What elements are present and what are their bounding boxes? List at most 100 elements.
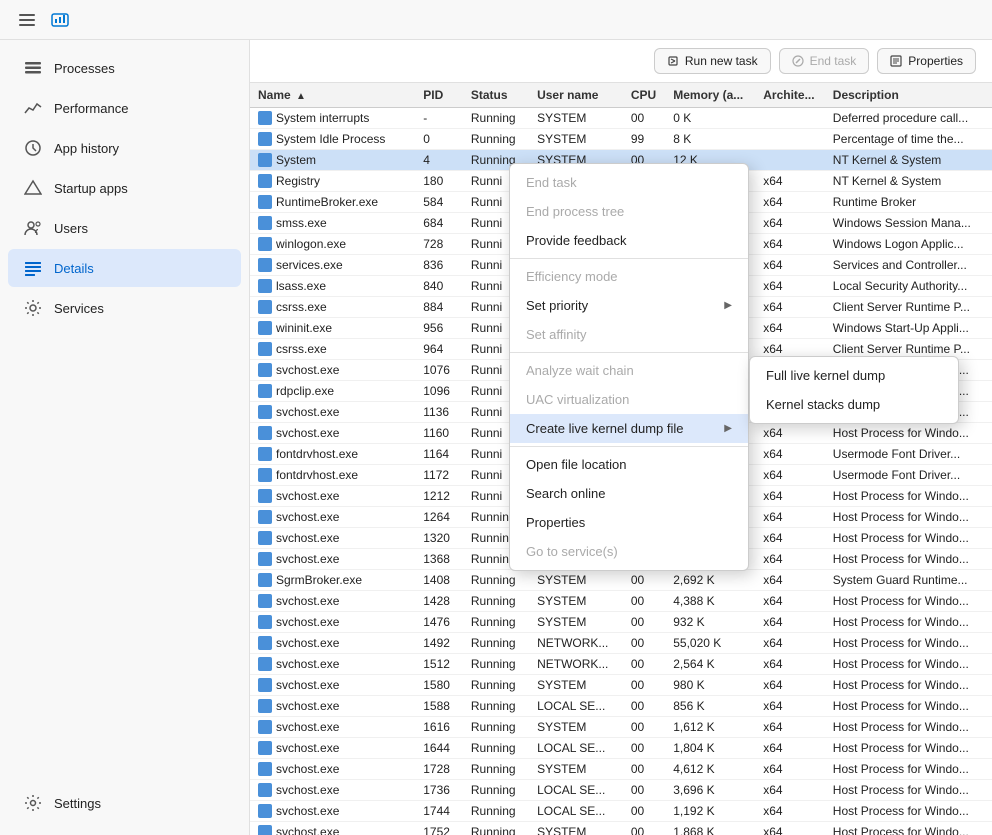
sidebar-item-startupapps[interactable]: Startup apps xyxy=(8,169,241,207)
properties-label: Properties xyxy=(908,54,963,68)
cell-pid: 4 xyxy=(415,150,463,171)
cell-pid: 1172 xyxy=(415,465,463,486)
cell-arch: x64 xyxy=(755,612,825,633)
col-header-name[interactable]: Name ▲ xyxy=(250,83,415,108)
cell-memory: 1,612 K xyxy=(665,717,755,738)
cell-arch xyxy=(755,108,825,129)
maximize-button[interactable] xyxy=(896,5,936,35)
ctx-open-location[interactable]: Open file location xyxy=(510,450,748,479)
cell-user: LOCAL SE... xyxy=(529,801,623,822)
ctx-provide-feedback[interactable]: Provide feedback xyxy=(510,226,748,255)
ctx-end-process-tree[interactable]: End process tree xyxy=(510,197,748,226)
table-row[interactable]: svchost.exe1752RunningSYSTEM001,868 Kx64… xyxy=(250,822,992,835)
table-row[interactable]: svchost.exe1744RunningLOCAL SE...001,192… xyxy=(250,801,992,822)
cell-arch: x64 xyxy=(755,759,825,780)
process-icon xyxy=(258,447,272,461)
col-header-user[interactable]: User name xyxy=(529,83,623,108)
cell-pid: 1728 xyxy=(415,759,463,780)
submenu-full-dump[interactable]: Full live kernel dump xyxy=(750,361,958,390)
cell-arch: x64 xyxy=(755,780,825,801)
table-row[interactable]: System interrupts-RunningSYSTEM000 KDefe… xyxy=(250,108,992,129)
sidebar-item-services[interactable]: Services xyxy=(8,289,241,327)
cell-user: LOCAL SE... xyxy=(529,738,623,759)
table-row[interactable]: svchost.exe1476RunningSYSTEM00932 Kx64Ho… xyxy=(250,612,992,633)
cell-arch: x64 xyxy=(755,213,825,234)
col-header-memory[interactable]: Memory (a... xyxy=(665,83,755,108)
table-row[interactable]: svchost.exe1644RunningLOCAL SE...001,804… xyxy=(250,738,992,759)
table-row[interactable]: svchost.exe1588RunningLOCAL SE...00856 K… xyxy=(250,696,992,717)
sidebar: Processes Performance App history Startu… xyxy=(0,40,250,835)
cell-desc: Runtime Broker xyxy=(825,192,992,213)
table-row[interactable]: svchost.exe1728RunningSYSTEM004,612 Kx64… xyxy=(250,759,992,780)
ctx-end-task[interactable]: End task xyxy=(510,168,748,197)
cell-pid: 1476 xyxy=(415,612,463,633)
ctx-properties[interactable]: Properties xyxy=(510,508,748,537)
cell-user: SYSTEM xyxy=(529,108,623,129)
submenu-kernel-stacks[interactable]: Kernel stacks dump xyxy=(750,390,958,419)
cell-desc: Host Process for Windo... xyxy=(825,780,992,801)
cell-memory: 1,868 K xyxy=(665,822,755,835)
ctx-create-dump[interactable]: Create live kernel dump file ▶ xyxy=(510,414,748,443)
ctx-search-online[interactable]: Search online xyxy=(510,479,748,508)
ctx-analyze-wait-chain[interactable]: Analyze wait chain xyxy=(510,356,748,385)
cell-status: Running xyxy=(463,633,529,654)
table-row[interactable]: svchost.exe1512RunningNETWORK...002,564 … xyxy=(250,654,992,675)
cell-arch: x64 xyxy=(755,801,825,822)
table-row[interactable]: svchost.exe1492RunningNETWORK...0055,020… xyxy=(250,633,992,654)
col-header-arch[interactable]: Archite... xyxy=(755,83,825,108)
hamburger-button[interactable] xyxy=(12,5,42,35)
cell-pid: 1076 xyxy=(415,360,463,381)
process-icon xyxy=(258,300,272,314)
end-task-button[interactable]: End task xyxy=(779,48,870,74)
sidebar-item-details[interactable]: Details xyxy=(8,249,241,287)
col-header-pid[interactable]: PID xyxy=(415,83,463,108)
sidebar-item-performance[interactable]: Performance xyxy=(8,89,241,127)
sidebar-item-users[interactable]: Users xyxy=(8,209,241,247)
cell-desc: Usermode Font Driver... xyxy=(825,465,992,486)
process-icon xyxy=(258,405,272,419)
sidebar-label-services: Services xyxy=(54,301,104,316)
cell-memory: 3,696 K xyxy=(665,780,755,801)
minimize-button[interactable] xyxy=(852,5,892,35)
ctx-uac-virtualization[interactable]: UAC virtualization xyxy=(510,385,748,414)
col-header-desc[interactable]: Description xyxy=(825,83,992,108)
cell-arch: x64 xyxy=(755,675,825,696)
properties-button[interactable]: Properties xyxy=(877,48,976,74)
cell-desc: NT Kernel & System xyxy=(825,150,992,171)
ctx-set-priority[interactable]: Set priority ▶ xyxy=(510,291,748,320)
cell-user: SYSTEM xyxy=(529,129,623,150)
process-icon xyxy=(258,468,272,482)
col-header-status[interactable]: Status xyxy=(463,83,529,108)
cell-arch: x64 xyxy=(755,234,825,255)
details-icon xyxy=(24,259,42,277)
process-icon xyxy=(258,699,272,713)
process-icon xyxy=(258,762,272,776)
table-row[interactable]: SgrmBroker.exe1408RunningSYSTEM002,692 K… xyxy=(250,570,992,591)
cell-desc: Host Process for Windo... xyxy=(825,717,992,738)
ctx-goto-service[interactable]: Go to service(s) xyxy=(510,537,748,566)
col-header-cpu[interactable]: CPU xyxy=(623,83,665,108)
table-row[interactable]: System Idle Process0RunningSYSTEM998 KPe… xyxy=(250,129,992,150)
sidebar-label-users: Users xyxy=(54,221,88,236)
close-button[interactable] xyxy=(940,5,980,35)
run-new-task-button[interactable]: Run new task xyxy=(654,48,771,74)
cell-desc: Host Process for Windo... xyxy=(825,654,992,675)
app-icon xyxy=(50,10,70,30)
list-icon xyxy=(24,59,42,77)
cell-desc: Host Process for Windo... xyxy=(825,759,992,780)
cell-pid: 1752 xyxy=(415,822,463,835)
table-row[interactable]: svchost.exe1428RunningSYSTEM004,388 Kx64… xyxy=(250,591,992,612)
table-row[interactable]: svchost.exe1616RunningSYSTEM001,612 Kx64… xyxy=(250,717,992,738)
sidebar-item-settings[interactable]: Settings xyxy=(8,784,241,822)
ctx-efficiency-mode[interactable]: Efficiency mode xyxy=(510,262,748,291)
cell-pid: 1588 xyxy=(415,696,463,717)
sidebar-item-apphistory[interactable]: App history xyxy=(8,129,241,167)
table-row[interactable]: svchost.exe1736RunningLOCAL SE...003,696… xyxy=(250,780,992,801)
sidebar-item-processes[interactable]: Processes xyxy=(8,49,241,87)
cell-desc: System Guard Runtime... xyxy=(825,570,992,591)
ctx-set-affinity[interactable]: Set affinity xyxy=(510,320,748,349)
sidebar-label-apphistory: App history xyxy=(54,141,119,156)
cell-cpu: 00 xyxy=(623,801,665,822)
cell-user: SYSTEM xyxy=(529,570,623,591)
table-row[interactable]: svchost.exe1580RunningSYSTEM00980 Kx64Ho… xyxy=(250,675,992,696)
